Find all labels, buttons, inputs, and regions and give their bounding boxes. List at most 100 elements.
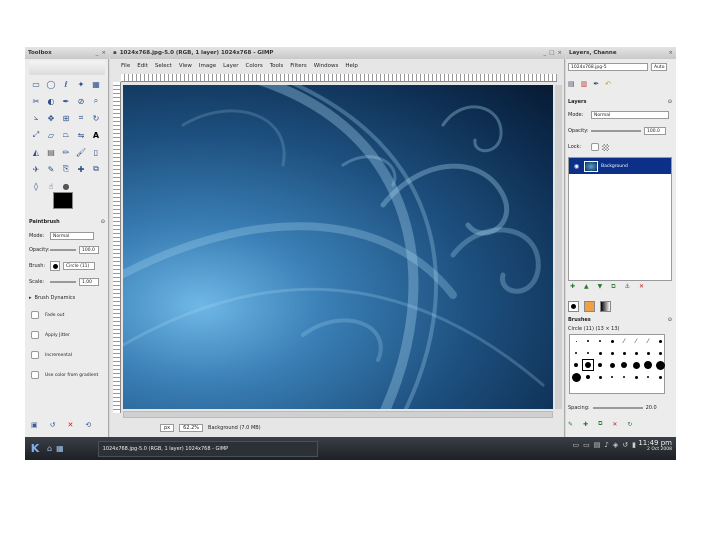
menu-file[interactable]: File (121, 63, 130, 69)
zoom-tool-icon[interactable]: ⌕ (90, 95, 102, 107)
refresh-brushes-icon[interactable]: ↻ (627, 421, 632, 428)
panel-menu-icon[interactable]: ⊙ (668, 99, 672, 105)
duplicate-layer-icon[interactable]: ⧉ (611, 283, 615, 291)
gradients-tab-icon[interactable] (600, 301, 611, 312)
airbrush-tool-icon[interactable]: ✈ (30, 163, 42, 175)
opacity-field[interactable]: 100.0 (79, 246, 99, 254)
layer-mode-select[interactable]: Normal (591, 111, 669, 119)
paths-tool-icon[interactable]: ✒ (60, 95, 72, 107)
expander-icon[interactable]: ▸ (29, 295, 32, 301)
fade-out-checkbox[interactable] (31, 311, 39, 319)
align-tool-icon[interactable]: ⊞ (60, 112, 72, 124)
image-canvas[interactable] (123, 85, 553, 409)
blend-tool-icon[interactable]: ▤ (45, 146, 57, 158)
opacity-slider[interactable] (50, 249, 76, 251)
toolbox-titlebar[interactable]: Toolbox _ × (25, 47, 109, 59)
dodge-burn-tool-icon[interactable]: ● (60, 180, 72, 192)
layer-opacity-field[interactable]: 100.0 (644, 127, 666, 135)
layer-row[interactable]: ◉ Background (569, 158, 671, 174)
perspective-clone-tool-icon[interactable]: ⧉ (90, 163, 102, 175)
pager-2-icon[interactable]: ▭ (583, 441, 590, 449)
rect-select-tool-icon[interactable]: ▭ (30, 78, 42, 90)
restore-icon[interactable]: ↺ (50, 421, 56, 429)
home-icon[interactable]: ⌂ (47, 444, 52, 453)
foreground-select-tool-icon[interactable]: ◐ (45, 95, 57, 107)
maximize-icon[interactable]: □ (549, 50, 554, 56)
ink-tool-icon[interactable]: ✎ (45, 163, 57, 175)
menu-select[interactable]: Select (155, 63, 172, 69)
scale-field[interactable]: 1.00 (79, 278, 99, 286)
reset-icon[interactable]: ⟲ (85, 421, 91, 429)
menu-layer[interactable]: Layer (223, 63, 238, 69)
menu-tools[interactable]: Tools (270, 63, 284, 69)
taskbar-task-gimp[interactable]: 1024x768.jpg-5.0 (RGB, 1 layer) 1024x768… (97, 440, 318, 457)
mode-select[interactable]: Normal (50, 232, 94, 240)
brush-grid[interactable]: ⁄ ⁄ ⁄ (569, 334, 665, 394)
network-icon[interactable]: ◈ (613, 441, 618, 449)
menu-edit[interactable]: Edit (137, 63, 148, 69)
new-layer-icon[interactable]: ✚ (570, 283, 575, 291)
layers-tab-icon[interactable]: ▤ (568, 80, 575, 88)
kde-menu-icon[interactable]: K (27, 441, 43, 457)
panel-menu-icon[interactable]: ⊙ (668, 317, 672, 323)
layer-list[interactable]: ◉ Background (568, 157, 672, 281)
ellipse-select-tool-icon[interactable]: ◯ (45, 78, 57, 90)
move-tool-icon[interactable]: ✥ (45, 112, 57, 124)
scissors-tool-icon[interactable]: ✂ (30, 95, 42, 107)
menu-help[interactable]: Help (345, 63, 358, 69)
wilber-drop-zone[interactable] (29, 61, 105, 75)
battery-icon[interactable]: ▮ (632, 441, 636, 449)
edit-brush-icon[interactable]: ✎ (568, 421, 573, 428)
perspective-tool-icon[interactable]: ⏢ (60, 129, 72, 141)
lock-alpha-checkbox[interactable] (591, 143, 599, 151)
smudge-tool-icon[interactable]: ☝ (45, 180, 57, 192)
image-window-titlebar[interactable]: ▪ 1024x768.jpg-5.0 (RGB, 1 layer) 1024x7… (110, 47, 565, 59)
clock[interactable]: 11:49 pm 2 Oct 2008 (638, 439, 672, 453)
anchor-layer-icon[interactable]: ⚓ (625, 283, 630, 291)
measure-tool-icon[interactable]: ⦣ (30, 112, 42, 124)
gradient-color-checkbox[interactable] (31, 371, 39, 379)
lower-layer-icon[interactable]: ▼ (598, 283, 603, 291)
menu-filters[interactable]: Filters (290, 63, 307, 69)
close-icon[interactable]: × (101, 50, 106, 56)
close-icon[interactable]: × (668, 50, 673, 56)
raise-layer-icon[interactable]: ▲ (584, 283, 589, 291)
fg-bg-color-swatch[interactable] (53, 192, 83, 220)
eraser-tool-icon[interactable]: ▯ (90, 146, 102, 158)
clipboard-icon[interactable]: ▤ (594, 441, 601, 449)
brushes-tab-icon[interactable] (568, 301, 579, 312)
eye-icon[interactable]: ◉ (572, 162, 581, 171)
minimize-icon[interactable]: _ (543, 50, 546, 56)
blur-tool-icon[interactable]: ◊ (30, 180, 42, 192)
clone-tool-icon[interactable]: ⎘ (60, 163, 72, 175)
color-picker-tool-icon[interactable]: ⊘ (75, 95, 87, 107)
paintbrush-tool-icon[interactable]: 🖌 (75, 146, 87, 158)
heal-tool-icon[interactable]: ✚ (75, 163, 87, 175)
spacing-value[interactable]: 20.0 (646, 405, 657, 411)
free-select-tool-icon[interactable]: ℓ (60, 78, 72, 90)
incremental-checkbox[interactable] (31, 351, 39, 359)
delete-icon[interactable]: ✕ (68, 421, 74, 429)
brush-preview[interactable] (50, 261, 60, 271)
patterns-tab-icon[interactable] (584, 301, 595, 312)
vertical-ruler[interactable] (113, 82, 121, 413)
auto-button[interactable]: Auto (651, 63, 668, 71)
undo-tab-icon[interactable]: ↶ (605, 80, 611, 88)
duplicate-brush-icon[interactable]: ⧉ (598, 420, 602, 428)
unit-select[interactable]: px (160, 424, 175, 432)
menu-colors[interactable]: Colors (245, 63, 262, 69)
fuzzy-select-tool-icon[interactable]: ✦ (75, 78, 87, 90)
brush-name-field[interactable]: Circle (11) (63, 262, 95, 270)
image-select[interactable]: 1024x768.jpg-5 (568, 63, 648, 71)
spacing-slider[interactable] (592, 407, 643, 409)
rotate-tool-icon[interactable]: ↻ (90, 112, 102, 124)
menu-windows[interactable]: Windows (314, 63, 339, 69)
flip-tool-icon[interactable]: ⇋ (75, 129, 87, 141)
workspace-icon[interactable]: ▦ (56, 444, 64, 453)
update-icon[interactable]: ↺ (622, 441, 628, 449)
scale-tool-icon[interactable]: ⤢ (30, 129, 42, 141)
close-icon[interactable]: × (557, 50, 562, 56)
configure-icon[interactable]: ⊙ (101, 219, 105, 225)
zoom-select[interactable]: 62.2% (179, 424, 204, 432)
paths-tab-icon[interactable]: ✒ (593, 80, 599, 88)
